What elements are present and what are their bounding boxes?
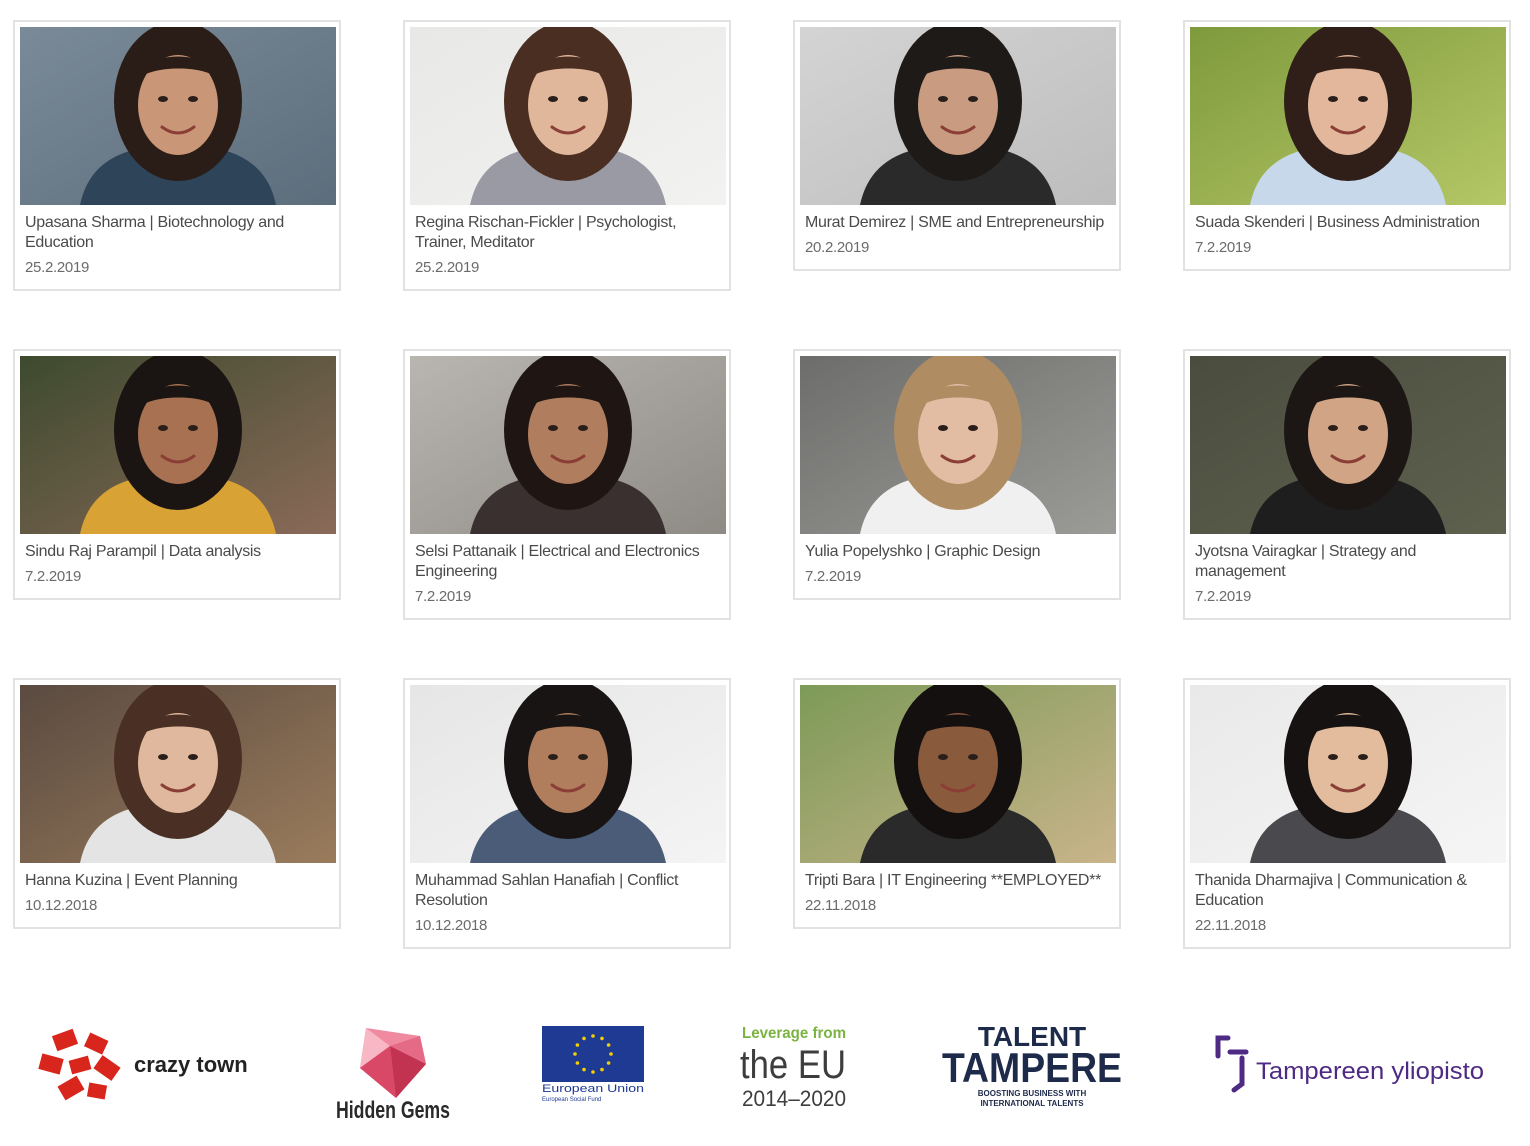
talent-logo-tagline-1: BOOSTING BUSINESS WITH: [978, 1089, 1087, 1098]
eu-star-icon: [582, 1036, 586, 1041]
profile-photo[interactable]: [410, 685, 726, 863]
profile-caption: Regina Rischan-Fickler | Psychologist, T…: [410, 205, 724, 284]
profile-date: 7.2.2019: [1195, 588, 1251, 605]
eu-star-icon: [600, 1036, 604, 1041]
leverage-logo-main: the EU: [740, 1043, 846, 1087]
profile-name-link[interactable]: Selsi Pattanaik | Electrical and Electro…: [415, 542, 719, 582]
profile-date: 20.2.2019: [805, 239, 870, 256]
profile-date: 7.2.2019: [805, 568, 861, 585]
profile-card[interactable]: Jyotsna Vairagkar | Strategy and managem…: [1183, 349, 1511, 620]
profile-caption: Murat Demirez | SME and Entrepreneurship…: [800, 205, 1114, 264]
eu-star-icon: [575, 1043, 580, 1047]
talent-logo-main: TAMPERE: [942, 1044, 1122, 1091]
profile-date: 10.12.2018: [415, 917, 488, 934]
hidden-gems-logo[interactable]: Hidden Gems: [330, 1024, 460, 1124]
tampereen-yliopisto-logo-text: Tampereen yliopisto: [1256, 1058, 1484, 1085]
profile-photo[interactable]: [410, 356, 726, 534]
profile-name-link[interactable]: Muhammad Sahlan Hanafiah | Conflict Reso…: [415, 871, 719, 911]
leverage-logo-top: Leverage from: [742, 1025, 846, 1042]
eu-star-icon: [591, 1034, 595, 1038]
profile-card[interactable]: Sindu Raj Parampil | Data analysis 7.2.20…: [13, 349, 341, 600]
profile-caption: Thanida Dharmajiva | Communication & Edu…: [1190, 863, 1504, 942]
profile-name-link[interactable]: Thanida Dharmajiva | Communication & Edu…: [1195, 871, 1499, 911]
profile-name-link[interactable]: Yulia Popelyshko | Graphic Design: [805, 542, 1109, 562]
hidden-gems-logo-text: Hidden Gems: [336, 1097, 450, 1124]
eu-star-icon: [606, 1061, 611, 1065]
profile-caption: Upasana Sharma | Biotechnology and Educa…: [20, 205, 334, 284]
profile-date: 10.12.2018: [25, 897, 98, 914]
profile-card[interactable]: Selsi Pattanaik | Electrical and Electro…: [403, 349, 731, 620]
talent-tampere-logo[interactable]: TALENT TAMPERE BOOSTING BUSINESS WITH IN…: [940, 1020, 1124, 1112]
eu-star-icon: [609, 1052, 613, 1056]
profile-date: 7.2.2019: [415, 588, 471, 605]
profile-photo[interactable]: [20, 27, 336, 205]
profile-photo[interactable]: [1190, 685, 1506, 863]
profile-caption: Suada Skenderi | Business Administration…: [1190, 205, 1504, 264]
profile-grid: Upasana Sharma | Biotechnology and Educa…: [0, 0, 1530, 960]
profile-name-link[interactable]: Hanna Kuzina | Event Planning: [25, 871, 329, 891]
crazy-town-mark-icon: [38, 1028, 121, 1101]
profile-name-link[interactable]: Suada Skenderi | Business Administration: [1195, 213, 1499, 233]
profile-photo[interactable]: [410, 27, 726, 205]
profile-date: 22.11.2018: [805, 897, 876, 914]
profile-card[interactable]: Hanna Kuzina | Event Planning 10.12.2018: [13, 678, 341, 929]
eu-logo-text: European Union: [542, 1083, 644, 1095]
profile-photo[interactable]: [800, 27, 1116, 205]
profile-card[interactable]: Thanida Dharmajiva | Communication & Edu…: [1183, 678, 1511, 949]
profile-card[interactable]: Regina Rischan-Fickler | Psychologist, T…: [403, 20, 731, 291]
eu-star-icon: [606, 1043, 611, 1047]
eu-star-icon: [582, 1067, 586, 1072]
profile-card[interactable]: Muhammad Sahlan Hanafiah | Conflict Reso…: [403, 678, 731, 949]
profile-caption: Selsi Pattanaik | Electrical and Electro…: [410, 534, 724, 613]
profile-caption: Sindu Raj Parampil | Data analysis 7.2.20…: [20, 534, 334, 593]
eu-logo-subtext: European Social Fund: [542, 1097, 601, 1103]
profile-photo[interactable]: [20, 356, 336, 534]
profile-card[interactable]: Yulia Popelyshko | Graphic Design 7.2.201…: [793, 349, 1121, 600]
tampereen-yliopisto-mark-icon: [1215, 1035, 1249, 1093]
sponsor-logo-strip: crazy town Hidden Gems European Union Eu…: [0, 1010, 1530, 1130]
profile-date: 7.2.2019: [25, 568, 81, 585]
tampereen-yliopisto-logo[interactable]: Tampereen yliopisto: [1212, 1032, 1492, 1102]
leverage-eu-logo[interactable]: Leverage from the EU 2014–2020: [740, 1022, 852, 1112]
profile-card[interactable]: Suada Skenderi | Business Administration…: [1183, 20, 1511, 271]
profile-date: 22.11.2018: [1195, 917, 1266, 934]
profile-photo[interactable]: [20, 685, 336, 863]
profile-date: 25.2.2019: [25, 259, 90, 276]
profile-caption: Tripti Bara | IT Engineering **EMPLOYED*…: [800, 863, 1114, 922]
eu-star-icon: [575, 1061, 580, 1065]
profile-caption: Hanna Kuzina | Event Planning 10.12.2018: [20, 863, 334, 922]
profile-card[interactable]: Upasana Sharma | Biotechnology and Educa…: [13, 20, 341, 291]
profile-name-link[interactable]: Sindu Raj Parampil | Data analysis: [25, 542, 329, 562]
eu-star-icon: [591, 1070, 595, 1074]
profile-photo[interactable]: [1190, 27, 1506, 205]
profile-photo[interactable]: [800, 356, 1116, 534]
talent-logo-tagline-2: INTERNATIONAL TALENTS: [980, 1099, 1084, 1108]
profile-caption: Jyotsna Vairagkar | Strategy and managem…: [1190, 534, 1504, 613]
crazy-town-logo[interactable]: crazy town: [36, 1024, 276, 1104]
profile-name-link[interactable]: Murat Demirez | SME and Entrepreneurship: [805, 213, 1109, 233]
profile-caption: Yulia Popelyshko | Graphic Design 7.2.201…: [800, 534, 1114, 593]
profile-date: 7.2.2019: [1195, 239, 1251, 256]
profile-name-link[interactable]: Upasana Sharma | Biotechnology and Educa…: [25, 213, 329, 253]
profile-photo[interactable]: [800, 685, 1116, 863]
profile-card[interactable]: Murat Demirez | SME and Entrepreneurship…: [793, 20, 1121, 271]
eu-star-icon: [573, 1052, 577, 1056]
profile-date: 25.2.2019: [415, 259, 480, 276]
profile-name-link[interactable]: Jyotsna Vairagkar | Strategy and managem…: [1195, 542, 1499, 582]
gem-icon: [360, 1028, 426, 1098]
profile-photo[interactable]: [1190, 356, 1506, 534]
eu-star-icon: [600, 1067, 604, 1072]
profile-name-link[interactable]: Tripti Bara | IT Engineering **EMPLOYED*…: [805, 871, 1109, 891]
crazy-town-logo-text: crazy town: [134, 1052, 248, 1077]
european-union-logo[interactable]: European Union European Social Fund: [540, 1024, 648, 1104]
leverage-logo-years: 2014–2020: [742, 1086, 846, 1111]
profile-caption: Muhammad Sahlan Hanafiah | Conflict Reso…: [410, 863, 724, 942]
profile-name-link[interactable]: Regina Rischan-Fickler | Psychologist, T…: [415, 213, 719, 253]
profile-card[interactable]: Tripti Bara | IT Engineering **EMPLOYED*…: [793, 678, 1121, 929]
